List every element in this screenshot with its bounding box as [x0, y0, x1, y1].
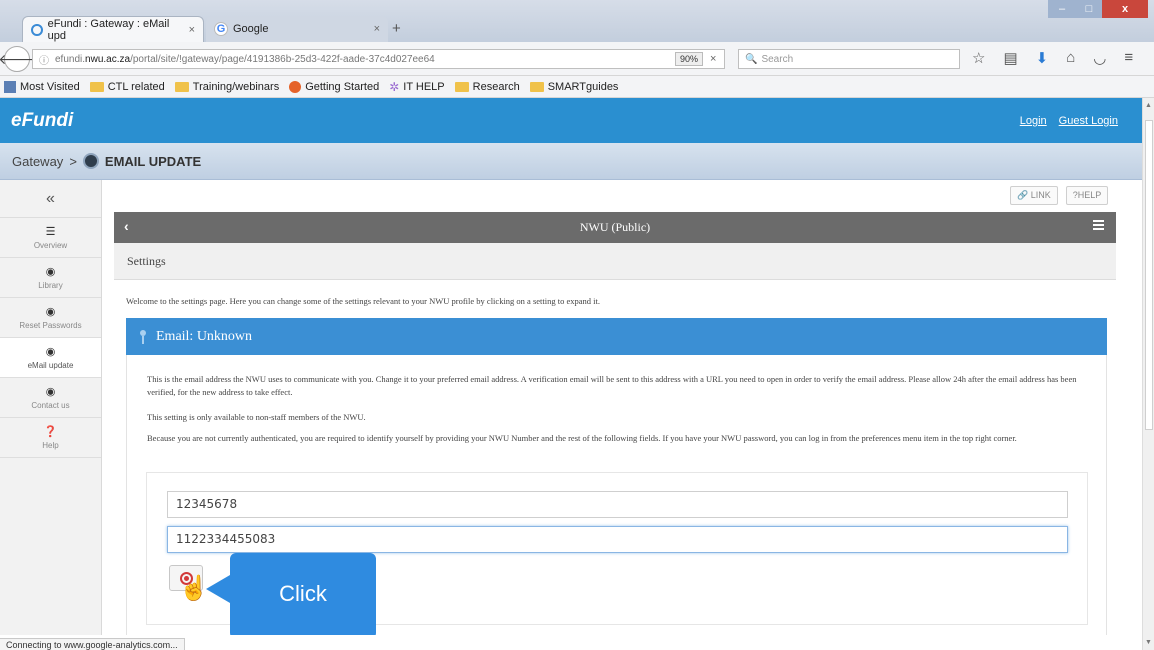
breadcrumb-current: EMAIL UPDATE: [104, 153, 202, 169]
browser-toolbar-icons: ☆ ▤ ⬇ ⌂ ◡ ≡: [972, 49, 1133, 67]
address-bar[interactable]: ⓘ efundi.nwu.ac.za/portal/site/!gateway/…: [32, 49, 725, 69]
url-text: efundi.nwu.ac.za/portal/site/!gateway/pa…: [55, 53, 435, 65]
tab-efundi[interactable]: eFundi : Gateway : eMail upd ×: [22, 16, 204, 42]
home-icon[interactable]: ⌂: [1066, 49, 1075, 67]
page-scrollbar[interactable]: ▲ ▼: [1142, 98, 1154, 650]
folder-icon: [89, 81, 104, 92]
folder-icon: [529, 81, 544, 92]
download-icon[interactable]: ⬇: [1036, 49, 1049, 67]
tab-label: eFundi : Gateway : eMail upd: [47, 17, 170, 42]
bookmark-research[interactable]: Research: [454, 81, 520, 93]
web-page: eFundi Login Guest Login Gateway > EMAIL…: [0, 98, 1142, 635]
list-icon: ☰: [45, 226, 56, 238]
search-input[interactable]: 🔍 Search: [738, 49, 960, 69]
tab-close-icon[interactable]: ×: [374, 23, 380, 35]
clear-url-icon[interactable]: ×: [710, 53, 716, 65]
tool-actions: 🔗 LINK ?HELP: [1010, 186, 1109, 205]
tool-sidebar: « ☰ Overview ◉ Library ◉ Reset Passwords…: [0, 180, 102, 635]
globe-icon: ◉: [45, 346, 56, 358]
bookmark-most-visited[interactable]: Most Visited: [4, 80, 80, 93]
breadcrumb-separator: >: [69, 153, 77, 169]
loading-icon: [31, 23, 43, 36]
sidebar-item-library[interactable]: ◉ Library: [0, 258, 101, 298]
guest-login-link[interactable]: Guest Login: [1059, 115, 1118, 127]
help-icon: ❓: [43, 426, 58, 438]
reading-list-icon[interactable]: ▤: [1003, 49, 1017, 67]
back-arrow-icon: 🡐: [0, 50, 36, 67]
breadcrumb-gateway[interactable]: Gateway: [12, 154, 63, 169]
pin-icon: [140, 329, 146, 344]
window-controls: – □ x: [1048, 0, 1148, 18]
sidebar-item-reset-passwords[interactable]: ◉ Reset Passwords: [0, 298, 101, 338]
search-placeholder: Search: [761, 53, 794, 65]
bookmark-smartguides[interactable]: SMARTguides: [529, 81, 618, 93]
sidebar-item-contact-us[interactable]: ◉ Contact us: [0, 378, 101, 418]
folder-icon: [174, 81, 189, 92]
settings-heading: Settings: [114, 243, 1116, 280]
site-header: eFundi Login Guest Login: [0, 98, 1142, 143]
email-setting-header[interactable]: Email: Unknown: [126, 318, 1107, 355]
bookmark-training-webinars[interactable]: Training/webinars: [174, 81, 279, 93]
browser-titlebar: eFundi : Gateway : eMail upd × G Google …: [0, 0, 1154, 42]
firefox-icon: [289, 80, 302, 93]
bookmark-it-help[interactable]: ✲ IT HELP: [389, 80, 444, 94]
minimize-button[interactable]: –: [1048, 0, 1076, 18]
status-text: Connecting to www.google-analytics.com..…: [0, 638, 185, 650]
email-setting-title: Email: Unknown: [156, 328, 253, 344]
nwu-number-field[interactable]: 12345678: [167, 491, 1068, 518]
sidebar-item-help[interactable]: ❓ Help: [0, 418, 101, 458]
star-burst-icon: ✲: [389, 79, 400, 94]
info-icon: ⓘ: [39, 55, 49, 67]
pointer-hand-icon: ☝: [179, 575, 209, 602]
most-visited-icon: [4, 80, 16, 93]
back-button[interactable]: 🡐: [0, 46, 36, 72]
tab-label: Google: [233, 23, 269, 35]
header-links: Login Guest Login: [1020, 115, 1118, 127]
globe-icon: ◉: [45, 266, 56, 278]
globe-icon: ◉: [45, 386, 56, 398]
click-callout: Click: [206, 553, 376, 639]
tool-title: NWU (Public): [579, 220, 651, 234]
scroll-down-icon[interactable]: ▼: [1145, 639, 1152, 646]
bookmarks-bar: Most Visited CTL related Training/webina…: [0, 76, 1154, 98]
help-button[interactable]: ?HELP: [1065, 186, 1109, 205]
hamburger-menu-icon[interactable]: [1093, 220, 1104, 230]
scroll-up-icon[interactable]: ▲: [1145, 102, 1152, 109]
tab-google[interactable]: G Google ×: [206, 16, 388, 42]
sidebar-item-email-update[interactable]: ◉ eMail update: [0, 338, 101, 378]
tool-header: ‹ NWU (Public): [114, 212, 1116, 243]
welcome-text: Welcome to the settings page. Here you c…: [126, 296, 600, 306]
sidebar-item-overview[interactable]: ☰ Overview: [0, 218, 101, 258]
pocket-icon[interactable]: ◡: [1093, 49, 1106, 67]
tab-close-icon[interactable]: ×: [189, 24, 195, 36]
bookmark-getting-started[interactable]: Getting Started: [289, 80, 379, 93]
scrollbar-thumb[interactable]: [1145, 120, 1153, 430]
new-tab-button[interactable]: +: [392, 20, 401, 37]
globe-icon: [82, 153, 99, 169]
link-button[interactable]: 🔗 LINK: [1010, 186, 1058, 205]
collapse-sidebar-button[interactable]: «: [0, 180, 101, 218]
maximize-button[interactable]: □: [1076, 0, 1102, 18]
menu-icon[interactable]: ≡: [1124, 49, 1133, 67]
globe-icon: ◉: [45, 306, 56, 318]
zoom-indicator[interactable]: 90%: [675, 52, 704, 66]
breadcrumb: Gateway > EMAIL UPDATE: [0, 143, 1142, 180]
efundi-logo[interactable]: eFundi: [11, 110, 73, 132]
email-description: This is the email address the NWU uses t…: [147, 374, 1077, 397]
link-icon: 🔗: [1017, 190, 1029, 200]
google-icon: G: [214, 22, 228, 36]
bookmark-star-icon[interactable]: ☆: [972, 49, 985, 67]
authentication-note: Because you are not currently authentica…: [147, 433, 1017, 443]
bookmark-ctl-related[interactable]: CTL related: [89, 81, 165, 93]
browser-navbar: 🡐 ⓘ efundi.nwu.ac.za/portal/site/!gatewa…: [0, 42, 1154, 76]
status-bar: Connecting to www.google-analytics.com..…: [0, 635, 1142, 650]
login-link[interactable]: Login: [1020, 115, 1047, 127]
search-icon: 🔍: [745, 53, 758, 65]
email-availability-note: This setting is only available to non-st…: [147, 412, 366, 422]
callout-text: Click: [279, 581, 327, 606]
id-number-field[interactable]: 1122334455083: [167, 526, 1068, 553]
close-window-button[interactable]: x: [1102, 0, 1148, 18]
folder-icon: [454, 81, 469, 92]
